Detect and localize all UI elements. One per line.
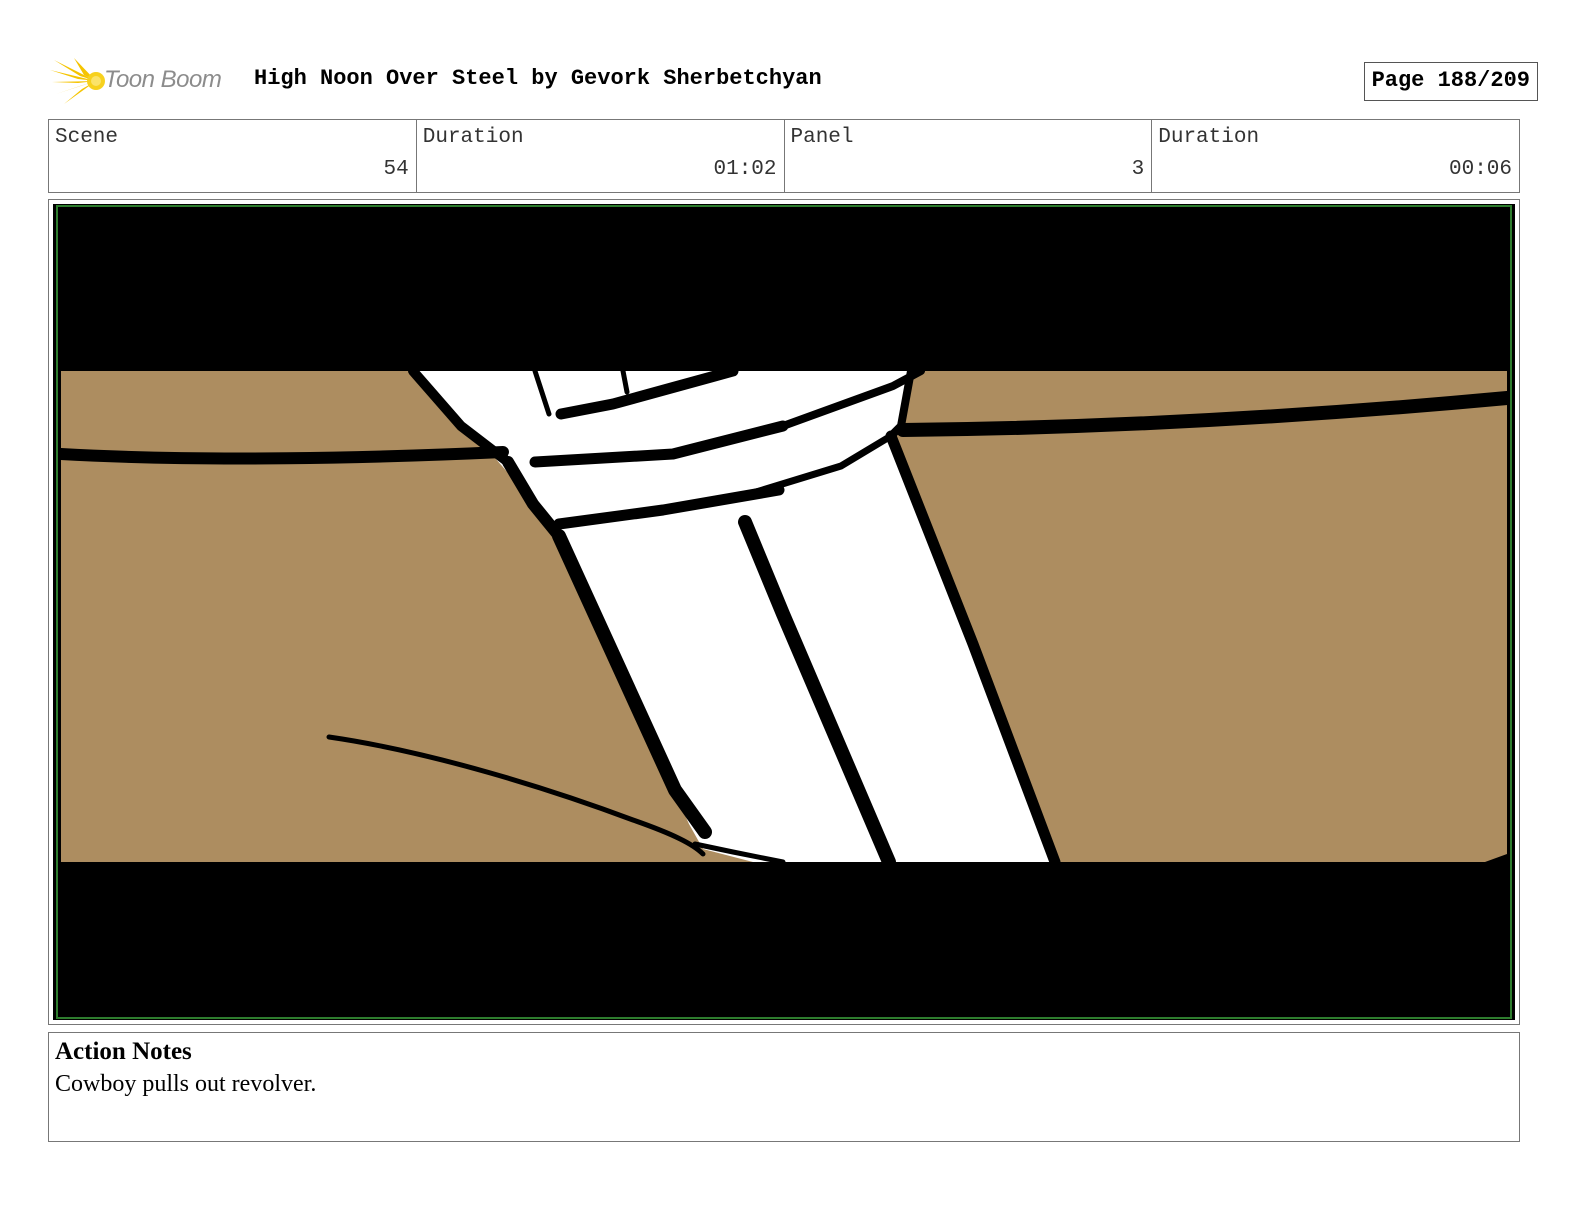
logo-text: Toon Boom [104, 66, 222, 93]
panel-duration-value: 00:06 [1448, 158, 1512, 181]
belt-line-left [55, 446, 509, 465]
panel-duration-cell: Duration 00:06 [1152, 120, 1519, 192]
panel-info-table: Scene 54 Duration 01:02 Panel 3 Duration… [48, 119, 1520, 193]
document-title: High Noon Over Steel by Gevork Sherbetch… [254, 66, 822, 91]
starburst-icon [50, 58, 105, 104]
scene-duration-value: 01:02 [713, 158, 777, 181]
panel-cell: Panel 3 [785, 120, 1153, 192]
action-notes: Action Notes Cowboy pulls out revolver. [48, 1032, 1520, 1142]
panel-value: 3 [1131, 158, 1145, 181]
storyboard-panel-image [53, 204, 1515, 1020]
toon-boom-logo: Toon Boom [50, 54, 240, 108]
page-number: Page 188/209 [1363, 62, 1538, 101]
panel-label: Panel [790, 126, 854, 149]
action-notes-heading: Action Notes [55, 1038, 192, 1065]
scene-duration-label: Duration [422, 126, 524, 149]
storyboard-drawing [53, 204, 1515, 1020]
panel-frame [48, 199, 1520, 1025]
scene-label: Scene [55, 126, 119, 149]
panel-duration-label: Duration [1158, 126, 1260, 149]
scene-cell: Scene 54 [49, 120, 417, 192]
scene-value: 54 [383, 158, 409, 181]
scene-duration-cell: Duration 01:02 [417, 120, 785, 192]
page-header: Toon Boom High Noon Over Steel by Gevork… [50, 54, 1538, 108]
action-notes-text: Cowboy pulls out revolver. [55, 1071, 317, 1097]
